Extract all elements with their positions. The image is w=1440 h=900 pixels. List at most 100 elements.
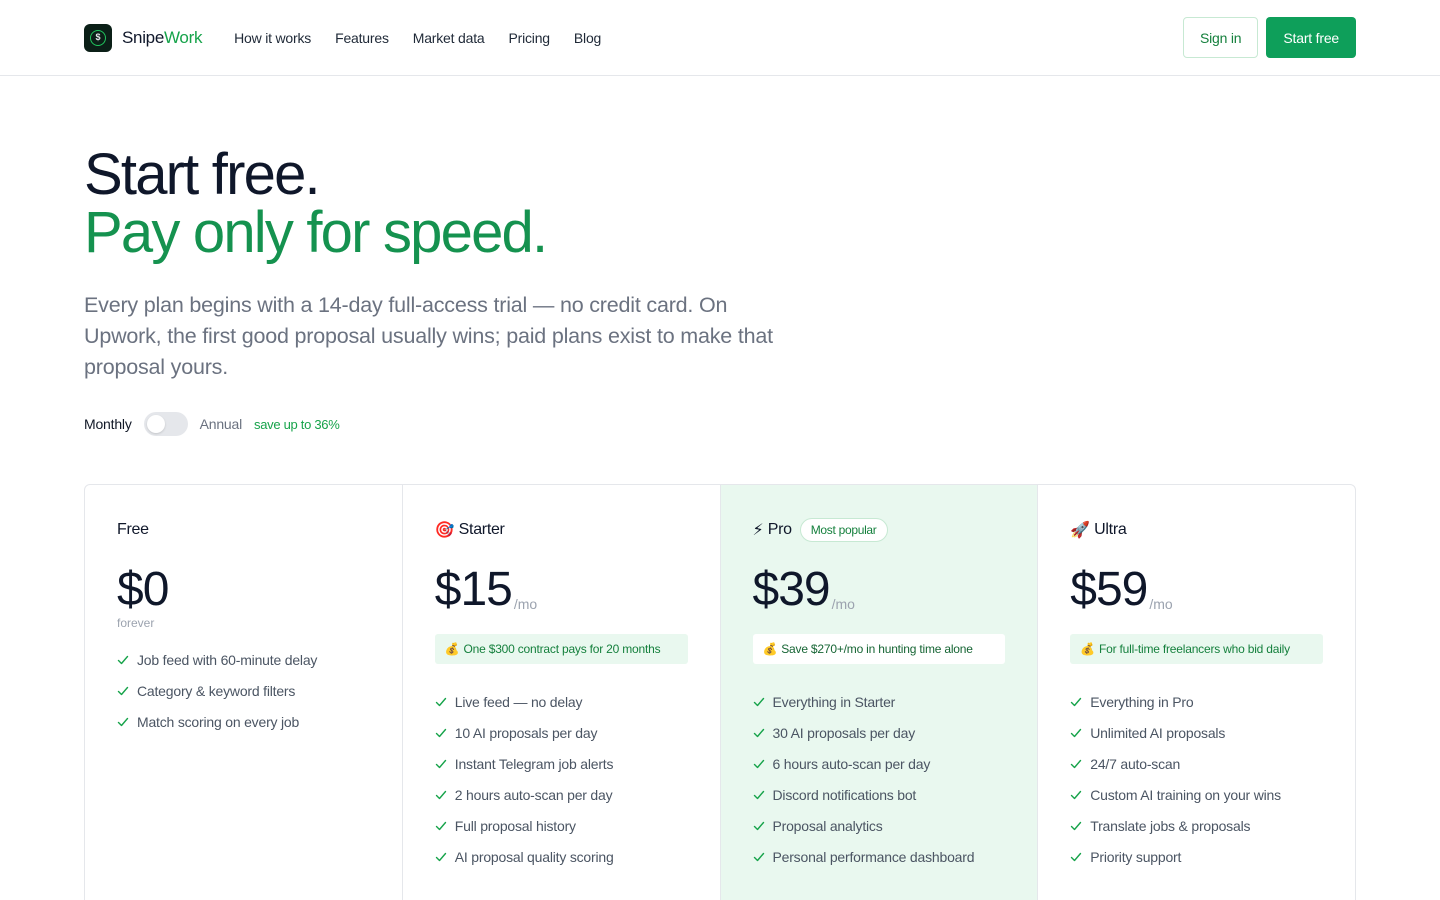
plan-card-pro: ⚡ Pro Most popular $39 /mo 💰 Save $270+/m… xyxy=(720,485,1039,900)
plan-price-row: $0 xyxy=(117,558,370,614)
plan-price: $39 xyxy=(752,563,831,616)
money-bag-icon: 💰 xyxy=(1080,642,1095,656)
check-icon xyxy=(117,717,129,726)
feature-item: Everything in Starter xyxy=(753,686,1006,717)
feature-item: 24/7 auto-scan xyxy=(1070,748,1323,779)
feature-item: Match scoring on every job xyxy=(117,706,370,737)
plan-name: Pro xyxy=(767,521,792,538)
plan-value-note: 💰 One $300 contract pays for 20 months xyxy=(434,634,688,664)
brand-name-second: Work xyxy=(163,27,203,47)
plan-value-note-text: Save $270+/mo in hunting time alone xyxy=(781,642,973,656)
nav-blog[interactable]: Blog xyxy=(574,30,601,46)
plan-price-note: forever xyxy=(117,616,155,630)
plan-name: Starter xyxy=(458,521,505,538)
feature-text: Proposal analytics xyxy=(772,817,883,834)
feature-text: 6 hours auto-scan per day xyxy=(772,755,931,772)
feature-item: 30 AI proposals per day xyxy=(753,717,1006,748)
feature-item: Priority support xyxy=(1070,841,1323,872)
pricing-plans: Free $0 forever Job feed with 60-minute … xyxy=(84,484,1356,900)
plan-price-period: /mo xyxy=(1149,596,1173,612)
plan-value-note-text: For full-time freelancers who bid daily xyxy=(1099,642,1290,656)
feature-item: Full proposal history xyxy=(435,810,688,841)
plan-price-period: /mo xyxy=(831,596,855,612)
feature-text: Instant Telegram job alerts xyxy=(454,755,614,772)
billing-toggle[interactable] xyxy=(143,412,188,436)
money-bag-icon: 💰 xyxy=(762,642,778,656)
lightning-icon: ⚡ xyxy=(752,522,764,539)
feature-text: Unlimited AI proposals xyxy=(1090,724,1226,741)
billing-period-switch: Monthly Annual save up to 36% xyxy=(84,412,340,436)
plan-header: 🚀 Ultra xyxy=(1070,518,1323,542)
feature-item: Discord notifications bot xyxy=(753,779,1006,810)
check-icon xyxy=(753,728,764,737)
feature-text: Match scoring on every job xyxy=(137,713,300,730)
brand-logo[interactable]: $ SnipeWork xyxy=(84,23,202,52)
check-icon xyxy=(435,697,446,706)
plan-header: 🎯 Starter xyxy=(435,518,688,542)
annual-savings-badge: save up to 36% xyxy=(254,416,340,432)
feature-text: Full proposal history xyxy=(454,817,576,834)
hero: Start free. Pay only for speed. Every pl… xyxy=(84,146,844,383)
plan-feature-list: Everything in Starter 30 AI proposals pe… xyxy=(753,686,1006,872)
feature-text: 24/7 auto-scan xyxy=(1090,755,1181,772)
feature-text: Personal performance dashboard xyxy=(772,848,975,865)
plan-price: $0 xyxy=(117,563,169,616)
feature-item: Personal performance dashboard xyxy=(753,841,1006,872)
feature-text: Custom AI training on your wins xyxy=(1090,786,1281,803)
plan-price: $59 xyxy=(1070,563,1148,616)
plan-header: ⚡ Pro Most popular xyxy=(753,518,1006,542)
feature-text: Live feed — no delay xyxy=(454,693,583,710)
feature-item: 10 AI proposals per day xyxy=(435,717,688,748)
plan-feature-list: Live feed — no delay 10 AI proposals per… xyxy=(435,686,688,872)
start-free-button[interactable]: Start free xyxy=(1266,17,1356,58)
feature-item: Custom AI training on your wins xyxy=(1070,779,1323,810)
check-icon xyxy=(1071,790,1082,799)
brand-name: SnipeWork xyxy=(122,28,202,48)
nav-features[interactable]: Features xyxy=(335,30,389,46)
check-icon xyxy=(435,759,446,768)
check-icon xyxy=(1071,759,1082,768)
check-icon xyxy=(435,821,446,830)
plan-price-row: $59 /mo xyxy=(1070,558,1323,614)
feature-item: Live feed — no delay xyxy=(435,686,688,717)
plan-price: $15 xyxy=(434,563,513,616)
toggle-knob xyxy=(146,415,165,433)
brand-name-first: Snipe xyxy=(122,27,164,47)
feature-item: Instant Telegram job alerts xyxy=(435,748,688,779)
billing-monthly-label[interactable]: Monthly xyxy=(84,416,132,432)
feature-text: Discord notifications bot xyxy=(772,786,917,803)
plan-name: Ultra xyxy=(1094,521,1127,538)
plan-header: Free xyxy=(117,518,370,542)
feature-item: 2 hours auto-scan per day xyxy=(435,779,688,810)
check-icon xyxy=(117,655,129,664)
nav-pricing[interactable]: Pricing xyxy=(508,30,550,46)
check-icon xyxy=(1071,821,1082,830)
hero-subtitle: Every plan begins with a 14-day full-acc… xyxy=(84,293,773,379)
feature-text: Translate jobs & proposals xyxy=(1090,817,1251,834)
feature-item: Proposal analytics xyxy=(753,810,1006,841)
rocket-icon: 🚀 xyxy=(1070,522,1091,539)
money-bag-icon: 💰 xyxy=(444,642,460,656)
feature-item: Category & keyword filters xyxy=(117,675,370,706)
plan-value-note: 💰 For full-time freelancers who bid daily xyxy=(1070,634,1323,664)
hero-title: Start free. Pay only for speed. xyxy=(84,146,844,262)
plan-card-ultra: 🚀 Ultra $59 /mo 💰 For full-time freelance… xyxy=(1038,485,1355,900)
plan-price-row: $15 /mo xyxy=(435,558,688,614)
most-popular-badge: Most popular xyxy=(799,518,888,542)
check-icon xyxy=(753,790,764,799)
check-icon xyxy=(435,852,446,861)
plan-price-row: $39 /mo xyxy=(753,558,1006,614)
feature-item: AI proposal quality scoring xyxy=(435,841,688,872)
feature-text: 2 hours auto-scan per day xyxy=(454,786,613,803)
feature-item: 6 hours auto-scan per day xyxy=(753,748,1006,779)
nav-market-data[interactable]: Market data xyxy=(413,30,485,46)
sign-in-button[interactable]: Sign in xyxy=(1182,17,1259,58)
target-icon: 🎯 xyxy=(434,522,455,539)
check-icon xyxy=(1071,728,1082,737)
nav-how-it-works[interactable]: How it works xyxy=(234,30,311,46)
billing-annual-label[interactable]: Annual xyxy=(200,416,243,432)
feature-text: AI proposal quality scoring xyxy=(454,848,614,865)
hero-title-line2: Pay only for speed. xyxy=(84,200,548,265)
plan-card-starter: 🎯 Starter $15 /mo 💰 One $300 contract pay… xyxy=(403,485,721,900)
plan-price-period: /mo xyxy=(513,596,538,612)
